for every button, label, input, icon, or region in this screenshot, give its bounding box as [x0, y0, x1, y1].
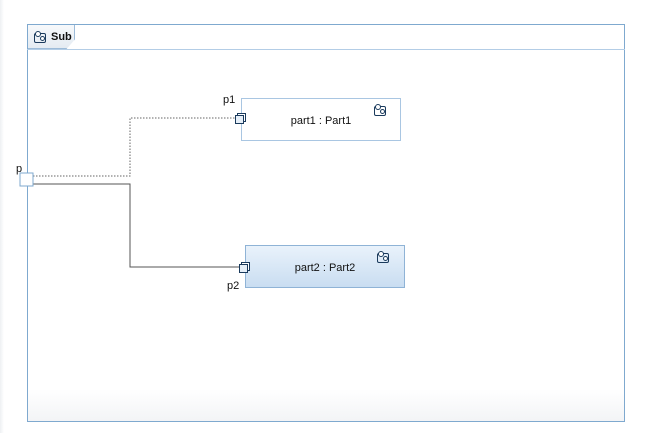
- port-p2[interactable]: [239, 262, 250, 273]
- port-p1[interactable]: [235, 113, 246, 124]
- component-icon: [377, 251, 389, 263]
- frame-title: Sub: [51, 31, 72, 43]
- boundary-port-label: p: [16, 163, 23, 175]
- part2-label: part2 : Part2: [294, 261, 356, 274]
- component-icon: [34, 31, 46, 43]
- port-p2-label: p2: [227, 280, 240, 292]
- port-p1-label: p1: [223, 94, 236, 106]
- frame-header-divider: [27, 49, 625, 50]
- component-icon: [374, 104, 386, 116]
- diagram-canvas: Sub p part1 : Part1 p1 part2 : Part2 p2: [0, 0, 649, 433]
- canvas-left-edge: [0, 0, 4, 433]
- part1-label: part1 : Part1: [290, 114, 352, 127]
- sub-frame[interactable]: [27, 24, 625, 422]
